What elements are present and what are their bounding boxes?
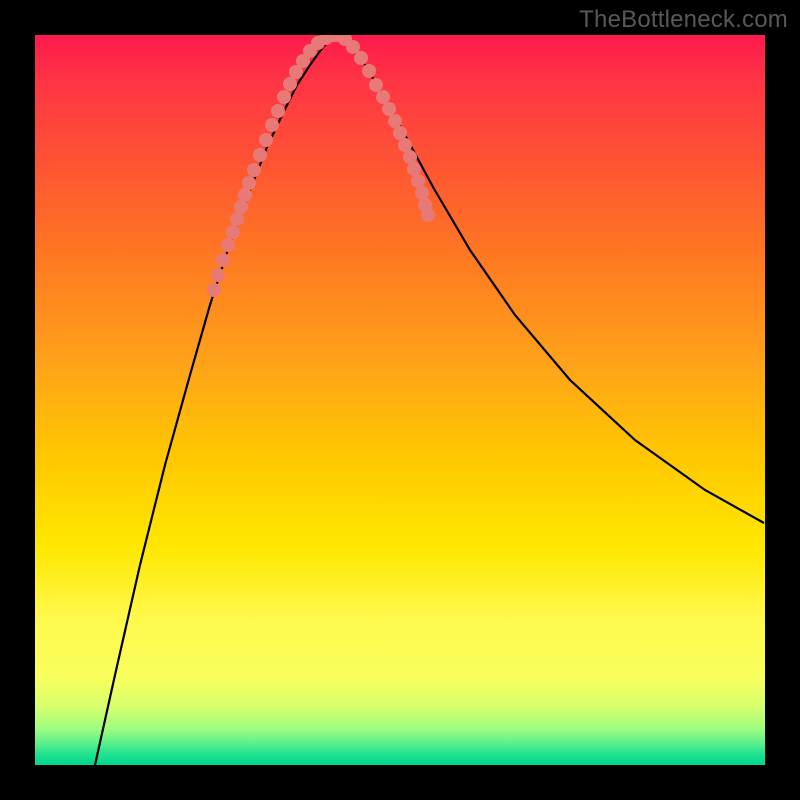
highlight-dot (211, 268, 225, 282)
highlight-dot (388, 114, 402, 128)
highlight-dot (369, 78, 383, 92)
highlight-dot (421, 208, 435, 222)
highlight-dot (253, 148, 267, 162)
highlight-dot (230, 212, 244, 226)
highlight-dot (265, 118, 279, 132)
watermark-text: TheBottleneck.com (579, 6, 788, 34)
highlight-dot (415, 186, 429, 200)
highlight-dot (398, 138, 412, 152)
highlight-dot (234, 200, 248, 214)
highlight-dot (226, 225, 240, 239)
highlight-dot (411, 174, 425, 188)
highlight-dot (376, 90, 390, 104)
highlight-dot (277, 90, 291, 104)
highlight-dot (393, 126, 407, 140)
highlight-dot (362, 64, 376, 78)
highlight-dots-left (207, 35, 340, 297)
highlight-dot (242, 176, 256, 190)
bottleneck-curve (35, 35, 765, 765)
chart-frame: TheBottleneck.com (0, 0, 800, 800)
highlight-dot (403, 150, 417, 164)
highlight-dot (382, 102, 396, 116)
plot-area (35, 35, 765, 765)
highlight-dot (283, 77, 297, 91)
highlight-dot (216, 253, 230, 267)
highlight-dot (354, 51, 368, 65)
highlight-dot (221, 238, 235, 252)
highlight-dots-right (330, 35, 435, 222)
highlight-dot (238, 188, 252, 202)
curve-right-path (335, 35, 764, 523)
highlight-dot (271, 104, 285, 118)
highlight-dot (259, 133, 273, 147)
highlight-dot (247, 163, 261, 177)
curve-left-path (95, 35, 335, 765)
highlight-dot (407, 162, 421, 176)
highlight-dot (207, 283, 221, 297)
